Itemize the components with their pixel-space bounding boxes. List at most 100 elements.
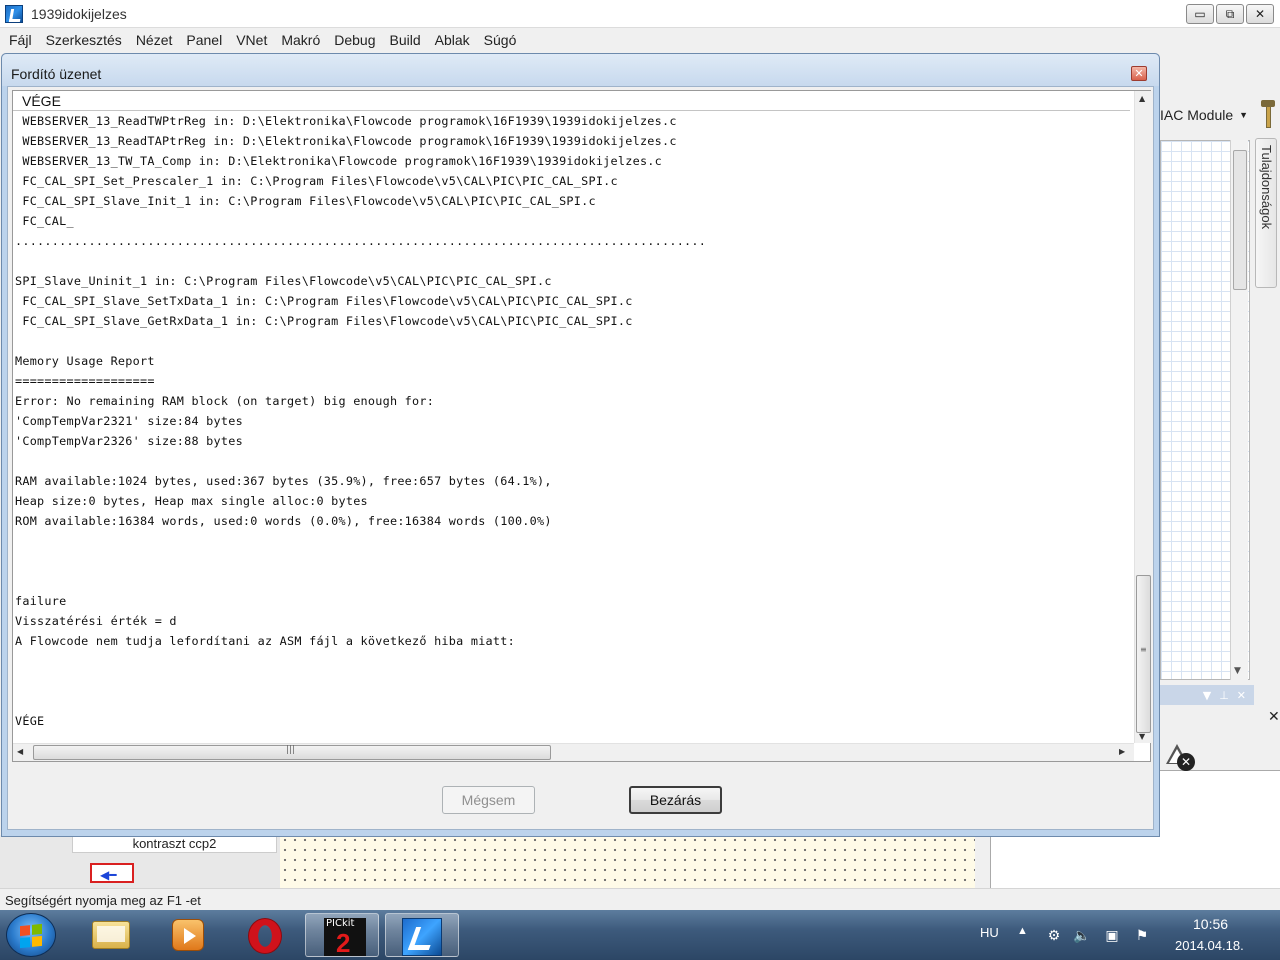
output-line: Memory Usage Report (15, 354, 155, 368)
panel-toolbar: ▼ ⊥ ✕ (1160, 685, 1254, 705)
output-line: WEBSERVER_13_ReadTAPtrReg in: D:\Elektro… (15, 134, 677, 148)
pickit-icon-number: 2 (336, 928, 351, 958)
window-controls: ▭ ⧉ ✕ (1186, 4, 1274, 24)
output-line: 'CompTempVar2326' size:88 bytes (15, 434, 243, 448)
output-line: A Flowcode nem tudja lefordítani az ASM … (15, 634, 515, 648)
folder-icon (92, 921, 130, 949)
display-tray-icon[interactable]: ▣ (1103, 926, 1121, 944)
properties-tab-label: Tulajdonságok (1259, 145, 1274, 230)
clock-time[interactable]: 10:56 (1193, 916, 1228, 932)
network-tray-icon[interactable]: ⚙ (1045, 926, 1063, 944)
output-line: RAM available:1024 bytes, used:367 bytes… (15, 474, 552, 488)
output-vertical-scrollbar[interactable]: ▲ ≡ ▼ (1134, 91, 1151, 743)
vertical-scroll-thumb[interactable]: ≡ (1136, 575, 1151, 733)
output-header: VÉGE (13, 91, 1130, 111)
taskbar-media-player[interactable] (150, 913, 224, 957)
pickit-icon: PICkit 2 (324, 918, 366, 958)
flowcode-app-icon (5, 4, 23, 23)
compiler-message-dialog: Fordító üzenet ✕ VÉGE WEBSERVER_13_ReadT… (1, 53, 1160, 837)
dialog-body: VÉGE WEBSERVER_13_ReadTWPtrReg in: D:\El… (7, 86, 1154, 830)
menu-vnet[interactable]: VNet (229, 32, 274, 48)
menu-panel[interactable]: Panel (179, 32, 229, 48)
taskbar-flowcode[interactable] (385, 913, 459, 957)
start-button[interactable] (6, 913, 56, 957)
module-selector[interactable]: IAC Module ▼ (1160, 102, 1256, 128)
menu-file[interactable]: Fájl (2, 32, 39, 48)
output-line: Heap size:0 bytes, Heap max single alloc… (15, 494, 368, 508)
hammer-icon[interactable] (1261, 100, 1275, 130)
warning-error-icon[interactable]: ✕ (1166, 744, 1196, 774)
volume-muted-icon[interactable]: 🔈 (1073, 926, 1091, 944)
show-hidden-icons-button[interactable]: ▲ (1017, 925, 1028, 937)
windows-logo-icon (20, 923, 42, 949)
output-text: WEBSERVER_13_ReadTWPtrReg in: D:\Elektro… (14, 111, 1129, 731)
compiler-output[interactable]: VÉGE WEBSERVER_13_ReadTWPtrReg in: D:\El… (12, 90, 1151, 762)
system-tray: HU ▲ ⚙ 🔈 ▣ ⚑ 10:56 2014.04.18. (975, 910, 1280, 960)
menu-build[interactable]: Build (383, 32, 428, 48)
close-button[interactable]: Bezárás (629, 786, 722, 814)
output-line: VÉGE (15, 714, 45, 728)
dialog-titlebar: Fordító üzenet ✕ (2, 54, 1159, 86)
dropdown-arrow-icon: ▼ (1239, 110, 1249, 120)
output-line: 'CompTempVar2321' size:84 bytes (15, 414, 243, 428)
output-line: Visszatérési érték = d (15, 614, 177, 628)
menu-window[interactable]: Ablak (428, 32, 477, 48)
restore-button[interactable]: ⧉ (1216, 4, 1244, 24)
flowchart-area: kontraszt ccp2 ◀━ (0, 835, 975, 888)
module-selector-value: IAC Module (1160, 107, 1234, 123)
scroll-right-icon[interactable]: ▶ (1119, 747, 1125, 756)
output-line: Error: No remaining RAM block (on target… (15, 394, 435, 408)
scroll-up-icon[interactable]: ▲ (1139, 94, 1145, 103)
scroll-down-icon[interactable]: ▼ (1139, 732, 1145, 741)
opera-icon (248, 918, 282, 954)
scroll-down-icon[interactable]: ▼ (1234, 666, 1241, 676)
component-macro-icon[interactable]: ◀━ (90, 863, 134, 883)
panel-vertical-scrollbar[interactable]: ▼ (1230, 140, 1248, 680)
properties-side-tab[interactable]: Tulajdonságok (1255, 138, 1277, 288)
menu-macro[interactable]: Makró (274, 32, 327, 48)
right-lower-pane (975, 835, 1280, 888)
horizontal-scroll-thumb[interactable]: ||| (33, 745, 551, 760)
flowchart-block-label[interactable]: kontraszt ccp2 (72, 835, 277, 853)
taskbar-explorer[interactable] (74, 913, 148, 957)
language-indicator[interactable]: HU (980, 925, 999, 940)
output-line: FC_CAL_ (15, 214, 74, 228)
menubar: Fájl Szerkesztés Nézet Panel VNet Makró … (0, 28, 1280, 52)
cancel-button[interactable]: Mégsem (442, 786, 535, 814)
scroll-left-icon[interactable]: ◀ (17, 747, 23, 756)
output-line: FC_CAL_SPI_Slave_Init_1 in: C:\Program F… (15, 194, 596, 208)
app-title: 1939idokijelzes (31, 5, 127, 22)
output-line: =================== (15, 374, 155, 388)
output-line: SPI_Slave_Uninit_1 in: C:\Program Files\… (15, 274, 552, 288)
clock-date[interactable]: 2014.04.18. (1175, 938, 1244, 953)
output-line: FC_CAL_SPI_Set_Prescaler_1 in: C:\Progra… (15, 174, 618, 188)
panel-scroll-thumb[interactable] (1233, 150, 1247, 290)
output-line: FC_CAL_SPI_Slave_SetTxData_1 in: C:\Prog… (15, 294, 633, 308)
output-line: WEBSERVER_13_TW_TA_Comp in: D:\Elektroni… (15, 154, 663, 168)
app-titlebar: 1939idokijelzes ▭ ⧉ ✕ (0, 0, 1280, 28)
minimize-button[interactable]: ▭ (1186, 4, 1214, 24)
flag-tray-icon[interactable]: ⚑ (1133, 926, 1151, 944)
menu-help[interactable]: Súgó (477, 32, 524, 48)
taskbar-opera[interactable] (228, 913, 302, 957)
output-line: ........................................… (15, 234, 707, 248)
close-window-button[interactable]: ✕ (1246, 4, 1274, 24)
flowchart-canvas[interactable] (280, 835, 975, 888)
lower-panel-close-icon[interactable]: ✕ (1268, 709, 1280, 725)
dialog-title: Fordító üzenet (11, 66, 102, 82)
menu-view[interactable]: Nézet (129, 32, 180, 48)
status-bar: Segítségért nyomja meg az F1 -et (0, 888, 1280, 910)
output-line: FC_CAL_SPI_Slave_GetRxData_1 in: C:\Prog… (15, 314, 633, 328)
output-line: ROM available:16384 words, used:0 words … (15, 514, 552, 528)
output-horizontal-scrollbar[interactable]: ◀ ||| ▶ (13, 743, 1134, 761)
media-player-icon (172, 919, 204, 951)
menu-debug[interactable]: Debug (327, 32, 382, 48)
panel-menu-icon[interactable]: ▼ (1203, 689, 1211, 702)
panel-close-icon[interactable]: ✕ (1237, 689, 1246, 702)
flowcode-icon (402, 918, 442, 956)
taskbar-pickit[interactable]: PICkit 2 (305, 913, 379, 958)
menu-edit[interactable]: Szerkesztés (39, 32, 129, 48)
dialog-close-icon[interactable]: ✕ (1131, 66, 1147, 81)
pin-icon[interactable]: ⊥ (1219, 689, 1229, 702)
output-line: WEBSERVER_13_ReadTWPtrReg in: D:\Elektro… (15, 114, 677, 128)
